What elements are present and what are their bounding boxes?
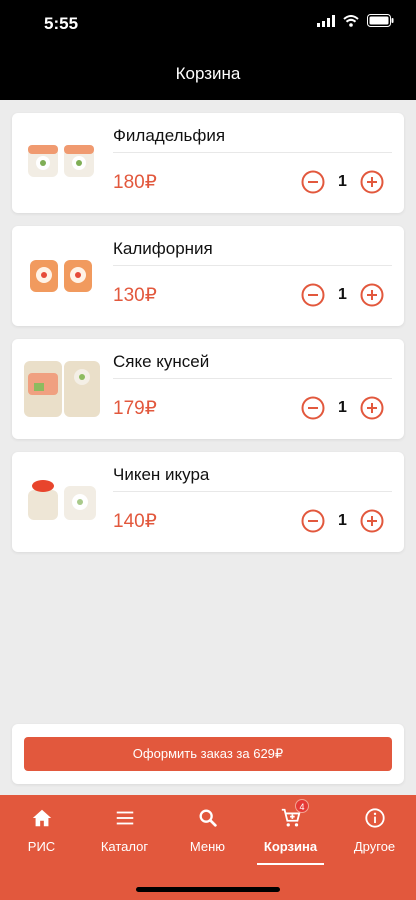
cart-item[interactable]: Филадельфия 180₽ 1	[12, 113, 404, 213]
product-image	[24, 361, 100, 417]
wifi-icon	[343, 14, 359, 27]
minus-icon[interactable]	[301, 283, 325, 307]
app-header: 5:55 Корзина	[0, 0, 416, 100]
product-price: 180₽	[113, 172, 157, 193]
cart-list: Филадельфия 180₽ 1 Калифорния 130₽ 1 Сяк…	[12, 113, 404, 565]
quantity-value: 1	[338, 286, 347, 303]
menu-icon	[116, 811, 133, 825]
quantity-stepper: 1	[301, 170, 384, 194]
divider	[113, 152, 392, 153]
quantity-value: 1	[338, 399, 347, 416]
product-price: 179₽	[113, 398, 157, 419]
tab-cart[interactable]: 4 Корзина	[249, 795, 332, 875]
tab-label: Каталог	[100, 839, 149, 854]
info-icon	[364, 808, 385, 828]
cart-item[interactable]: Сяке кунсей 179₽ 1	[12, 339, 404, 439]
product-image	[28, 145, 94, 177]
divider	[113, 265, 392, 266]
cart-item[interactable]: Чикен икура 140₽ 1	[12, 452, 404, 552]
product-name: Сяке кунсей	[113, 352, 210, 371]
tab-label: Другое	[353, 839, 396, 854]
product-image	[28, 480, 96, 520]
product-name: Калифорния	[113, 239, 213, 258]
divider	[113, 378, 392, 379]
plus-icon[interactable]	[360, 170, 384, 194]
product-image	[30, 260, 92, 292]
cart-item[interactable]: Калифорния 130₽ 1	[12, 226, 404, 326]
product-name: Чикен икура	[113, 465, 210, 484]
tab-home[interactable]: РИС	[0, 795, 83, 875]
minus-icon[interactable]	[301, 396, 325, 420]
tab-bar: РИС Каталог Меню 4 Корзина Другое	[0, 795, 416, 900]
tab-label: Меню	[189, 839, 226, 854]
home-indicator[interactable]	[136, 887, 280, 892]
checkout-button[interactable]: Оформить заказ за 629₽	[24, 737, 392, 771]
quantity-stepper: 1	[301, 509, 384, 533]
signal-icon	[317, 14, 335, 27]
quantity-stepper: 1	[301, 396, 384, 420]
status-time: 5:55	[44, 14, 79, 33]
active-tab-indicator	[257, 863, 324, 865]
search-icon	[199, 809, 217, 827]
tab-label: РИС	[27, 839, 56, 854]
product-price: 130₽	[113, 285, 157, 306]
quantity-value: 1	[338, 173, 347, 190]
page-title: Корзина	[175, 64, 241, 83]
minus-icon[interactable]	[301, 509, 325, 533]
cart-badge: 4	[295, 799, 309, 813]
quantity-stepper: 1	[301, 283, 384, 307]
tab-label: Корзина	[263, 839, 318, 854]
battery-icon	[367, 14, 394, 27]
product-name: Филадельфия	[113, 126, 226, 145]
minus-icon[interactable]	[301, 170, 325, 194]
quantity-value: 1	[338, 512, 347, 529]
tab-catalog[interactable]: Каталог	[83, 795, 166, 875]
home-icon	[32, 809, 51, 827]
plus-icon[interactable]	[360, 509, 384, 533]
tab-other[interactable]: Другое	[333, 795, 416, 875]
checkout-panel: Оформить заказ за 629₽	[12, 724, 404, 784]
status-icons	[317, 14, 394, 27]
divider	[113, 491, 392, 492]
product-price: 140₽	[113, 511, 157, 532]
plus-icon[interactable]	[360, 283, 384, 307]
plus-icon[interactable]	[360, 396, 384, 420]
tab-menu[interactable]: Меню	[166, 795, 249, 875]
